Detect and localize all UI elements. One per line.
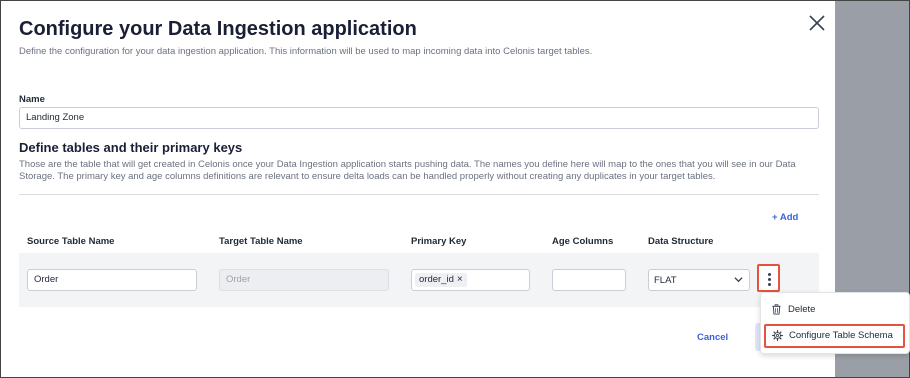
tables-section-description: Those are the table that will get create… bbox=[19, 159, 796, 182]
column-header-data-structure: Data Structure bbox=[648, 236, 714, 247]
section-divider bbox=[19, 194, 819, 195]
name-label: Name bbox=[19, 94, 45, 105]
kebab-dot bbox=[768, 273, 771, 276]
tables-section-title: Define tables and their primary keys bbox=[19, 140, 243, 155]
column-header-age-columns: Age Columns bbox=[552, 236, 614, 247]
add-table-button[interactable]: + Add bbox=[772, 212, 798, 223]
source-table-input[interactable]: Order bbox=[27, 269, 197, 291]
name-input[interactable]: Landing Zone bbox=[19, 107, 819, 129]
chevron-down-icon bbox=[734, 277, 743, 283]
primary-key-chip-label: order_id bbox=[419, 274, 454, 285]
primary-key-chip: order_id × bbox=[415, 273, 467, 287]
configure-dialog: Configure your Data Ingestion applicatio… bbox=[1, 1, 835, 377]
kebab-dot bbox=[768, 283, 771, 286]
trash-icon bbox=[772, 304, 781, 315]
menu-item-label: Configure Table Schema bbox=[789, 330, 893, 341]
remove-chip-icon[interactable]: × bbox=[457, 274, 463, 285]
gear-icon bbox=[772, 330, 783, 341]
row-actions-menu: Delete Configure Table Schema bbox=[760, 292, 910, 354]
data-structure-value: FLAT bbox=[654, 275, 677, 286]
dialog-subtitle: Define the configuration for your data i… bbox=[19, 46, 593, 57]
kebab-dot bbox=[768, 278, 771, 281]
target-table-input: Order bbox=[219, 269, 389, 291]
column-header-target-table: Target Table Name bbox=[219, 236, 303, 247]
menu-item-delete[interactable]: Delete bbox=[761, 298, 909, 322]
column-header-source-table: Source Table Name bbox=[27, 236, 115, 247]
dialog-title: Configure your Data Ingestion applicatio… bbox=[19, 18, 417, 40]
menu-item-configure-table-schema[interactable]: Configure Table Schema bbox=[764, 324, 905, 348]
cancel-button[interactable]: Cancel bbox=[697, 332, 728, 343]
menu-item-label: Delete bbox=[788, 304, 816, 315]
close-icon[interactable] bbox=[807, 13, 827, 33]
age-columns-input[interactable] bbox=[552, 269, 626, 291]
column-header-primary-key: Primary Key bbox=[411, 236, 467, 247]
row-actions-button[interactable] bbox=[757, 264, 780, 292]
